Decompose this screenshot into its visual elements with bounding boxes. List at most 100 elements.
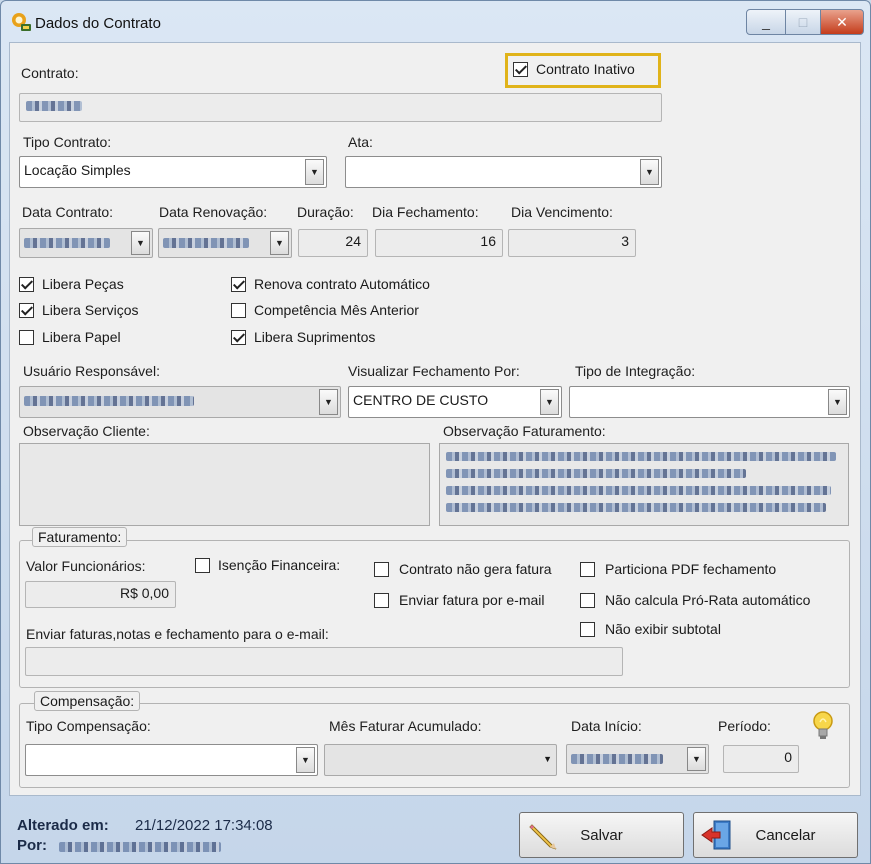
nao-exibir-subtotal-label: Não exibir subtotal — [605, 621, 721, 637]
window-title: Dados do Contrato — [35, 15, 161, 32]
libera-pecas-check[interactable] — [19, 276, 34, 292]
periodo-field[interactable]: 0 — [723, 745, 799, 773]
tipo-contrato-select[interactable]: Locação Simples ▼ — [19, 156, 327, 188]
por-label: Por: — [17, 837, 47, 854]
chevron-down-icon[interactable]: ▼ — [543, 754, 552, 764]
competencia-mes-anterior-checkbox[interactable]: Competência Mês Anterior — [231, 302, 419, 318]
tipo-integracao-label: Tipo de Integração: — [575, 363, 696, 379]
mes-faturar-select[interactable]: ▼ — [324, 744, 557, 776]
contrato-inativo-check[interactable] — [513, 61, 528, 77]
nao-exibir-subtotal-check[interactable] — [580, 621, 595, 637]
email-label: Enviar faturas,notas e fechamento para o… — [26, 626, 329, 642]
data-contrato-picker[interactable]: ▼ — [19, 228, 153, 258]
contrato-inativo-checkbox[interactable]: Contrato Inativo — [513, 61, 635, 77]
observacao-cliente-label: Observação Cliente: — [23, 423, 150, 439]
title-bar[interactable]: Dados do Contrato _ □ ✕ — [1, 1, 870, 45]
dia-vencimento-field[interactable]: 3 — [508, 229, 636, 257]
email-field[interactable] — [25, 647, 623, 676]
mes-faturar-label: Mês Faturar Acumulado: — [329, 718, 482, 734]
renova-automatico-check[interactable] — [231, 276, 246, 292]
lightbulb-icon[interactable] — [812, 710, 834, 742]
isencao-financeira-label: Isenção Financeira: — [218, 557, 341, 573]
nao-gera-fatura-check[interactable] — [374, 561, 389, 577]
observacao-faturamento-label: Observação Faturamento: — [443, 423, 606, 439]
app-logo-icon — [12, 13, 31, 31]
enviar-email-label: Enviar fatura por e-mail — [399, 592, 545, 608]
dia-fechamento-label: Dia Fechamento: — [372, 204, 479, 220]
ata-select[interactable]: ▼ — [345, 156, 662, 188]
alterado-em-label: Alterado em: — [17, 817, 109, 834]
nao-gera-fatura-checkbox[interactable]: Contrato não gera fatura — [374, 561, 552, 577]
enviar-email-checkbox[interactable]: Enviar fatura por e-mail — [374, 592, 545, 608]
data-contrato-label: Data Contrato: — [22, 204, 114, 220]
usuario-responsavel-select[interactable]: ▼ — [19, 386, 341, 418]
libera-suprimentos-label: Libera Suprimentos — [254, 329, 376, 345]
exit-door-icon — [701, 820, 731, 850]
chevron-down-icon[interactable]: ▼ — [687, 747, 706, 771]
redacted-text — [26, 101, 82, 112]
valor-funcionarios-field[interactable]: R$ 0,00 — [25, 581, 176, 608]
data-inicio-label: Data Início: — [571, 718, 642, 734]
salvar-button[interactable]: Salvar — [519, 812, 684, 858]
close-button[interactable]: ✕ — [820, 9, 864, 35]
contrato-field[interactable] — [19, 93, 662, 122]
form-panel: Contrato: Contrato Inativo Tipo Contrato… — [9, 42, 861, 796]
redacted-text — [446, 452, 836, 461]
libera-servicos-label: Libera Serviços — [42, 302, 139, 318]
chevron-down-icon[interactable]: ▼ — [296, 747, 315, 773]
libera-papel-check[interactable] — [19, 329, 34, 345]
data-inicio-picker[interactable]: ▼ — [566, 744, 709, 774]
dia-vencimento-label: Dia Vencimento: — [511, 204, 613, 220]
competencia-mes-anterior-label: Competência Mês Anterior — [254, 302, 419, 318]
observacao-cliente-textarea[interactable] — [19, 443, 430, 526]
chevron-down-icon[interactable]: ▼ — [131, 231, 150, 255]
minimize-button[interactable]: _ — [746, 9, 786, 35]
nao-calcula-prorata-checkbox[interactable]: Não calcula Pró-Rata automático — [580, 592, 810, 608]
faturamento-title: Faturamento: — [32, 527, 128, 547]
chevron-down-icon[interactable]: ▼ — [640, 159, 659, 185]
alterado-em-value: 21/12/2022 17:34:08 — [135, 817, 273, 834]
chevron-down-icon[interactable]: ▼ — [540, 389, 559, 415]
duracao-field[interactable]: 24 — [298, 229, 368, 257]
periodo-label: Período: — [718, 718, 771, 734]
chevron-down-icon[interactable]: ▼ — [270, 231, 289, 255]
chevron-down-icon[interactable]: ▼ — [305, 159, 324, 185]
nao-exibir-subtotal-checkbox[interactable]: Não exibir subtotal — [580, 621, 721, 637]
tipo-contrato-label: Tipo Contrato: — [23, 134, 112, 150]
tipo-integracao-select[interactable]: ▼ — [569, 386, 850, 418]
libera-papel-label: Libera Papel — [42, 329, 121, 345]
cancelar-button[interactable]: Cancelar — [693, 812, 858, 858]
particiona-pdf-checkbox[interactable]: Particiona PDF fechamento — [580, 561, 776, 577]
redacted-text — [24, 238, 110, 249]
isencao-financeira-check[interactable] — [195, 557, 210, 573]
dia-fechamento-field[interactable]: 16 — [375, 229, 503, 257]
libera-suprimentos-checkbox[interactable]: Libera Suprimentos — [231, 329, 375, 345]
maximize-button[interactable]: □ — [786, 9, 820, 35]
contract-dialog-window: Dados do Contrato _ □ ✕ Contrato: Contra… — [0, 0, 871, 864]
tipo-compensacao-select[interactable]: ▼ — [25, 744, 318, 776]
particiona-pdf-check[interactable] — [580, 561, 595, 577]
nao-calcula-prorata-check[interactable] — [580, 592, 595, 608]
libera-servicos-checkbox[interactable]: Libera Serviços — [19, 302, 139, 318]
data-renovacao-picker[interactable]: ▼ — [158, 228, 292, 258]
libera-suprimentos-check[interactable] — [231, 329, 246, 345]
competencia-mes-anterior-check[interactable] — [231, 302, 246, 318]
renova-automatico-checkbox[interactable]: Renova contrato Automático — [231, 276, 430, 292]
chevron-down-icon[interactable]: ▼ — [319, 389, 338, 415]
ata-label: Ata: — [348, 134, 373, 150]
visualizar-fechamento-select[interactable]: CENTRO DE CUSTO ▼ — [348, 386, 562, 418]
libera-servicos-check[interactable] — [19, 302, 34, 318]
usuario-responsavel-label: Usuário Responsável: — [23, 363, 160, 379]
libera-pecas-checkbox[interactable]: Libera Peças — [19, 276, 124, 292]
redacted-text — [446, 486, 831, 495]
redacted-text — [163, 238, 249, 249]
libera-papel-checkbox[interactable]: Libera Papel — [19, 329, 121, 345]
enviar-email-check[interactable] — [374, 592, 389, 608]
isencao-financeira-checkbox[interactable]: Isenção Financeira: — [195, 557, 340, 573]
libera-pecas-label: Libera Peças — [42, 276, 124, 292]
observacao-faturamento-textarea[interactable] — [439, 443, 849, 526]
contrato-label: Contrato: — [21, 65, 79, 81]
visualizar-fechamento-value: CENTRO DE CUSTO — [353, 392, 489, 408]
chevron-down-icon[interactable]: ▼ — [828, 389, 847, 415]
window-controls: _ □ ✕ — [746, 9, 864, 35]
